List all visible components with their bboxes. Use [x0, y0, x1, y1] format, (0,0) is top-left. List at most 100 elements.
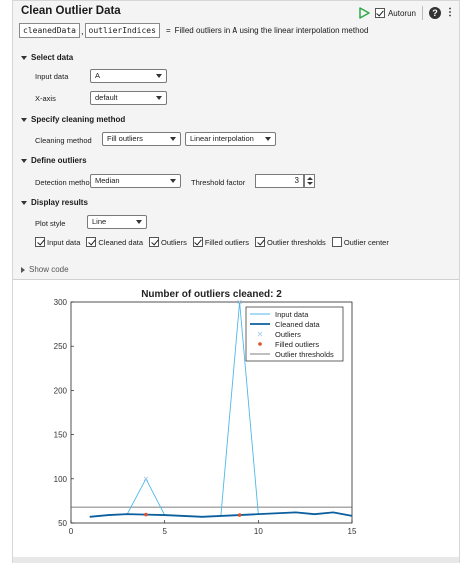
chart-title: Number of outliers cleaned: 2: [141, 289, 282, 300]
equals-sign: =: [165, 26, 171, 35]
description-post: using the linear interpolation method: [237, 26, 369, 35]
plot-style-label: Plot style: [35, 219, 66, 228]
chevron-down-icon: [265, 137, 271, 141]
y-tick-label: 150: [54, 431, 68, 440]
chevron-down-icon: [170, 179, 176, 183]
checkbox-label: Input data: [47, 237, 81, 247]
dropdown-value: default: [95, 93, 118, 102]
checkbox-label: Outlier center: [343, 237, 389, 247]
y-tick-label: 200: [54, 386, 68, 395]
section-select-data[interactable]: Select data: [21, 53, 73, 62]
run-icon[interactable]: [357, 6, 371, 20]
checkbox-label: Filled outliers: [204, 237, 250, 247]
output-outlier-indices[interactable]: outlierIndices: [84, 23, 160, 38]
x-tick-label: 15: [348, 527, 357, 536]
checkbox-input-data[interactable]: Input data: [35, 237, 80, 247]
output-variables: cleanedData , outlierIndices = Filled ou…: [19, 23, 368, 38]
threshold-factor-input[interactable]: 3: [255, 174, 304, 188]
cleaning-method-label: Cleaning method: [35, 136, 92, 145]
legend-label: Outliers: [275, 330, 301, 339]
chevron-down-icon: [136, 220, 142, 224]
filled-outlier-marker: [237, 513, 242, 517]
dropdown-value: Line: [92, 217, 107, 226]
horizontal-scrollbar[interactable]: [13, 557, 459, 563]
plot-output-area: Number of outliers cleaned: 2 0 5 10 15 50 100…: [13, 280, 459, 563]
legend-label: Filled outliers: [275, 340, 319, 349]
x-tick-label: 10: [254, 527, 263, 536]
checkbox-outliers[interactable]: Outliers: [149, 237, 187, 247]
checkbox-label: Outlier thresholds: [267, 237, 326, 247]
chevron-down-icon: [156, 74, 162, 78]
task-header: Clean Outlier Data Autorun ? ⋮ cleanedDa…: [13, 1, 459, 43]
checkbox-cleaned-data[interactable]: Cleaned data: [86, 237, 143, 247]
spin-up-icon[interactable]: [307, 177, 313, 180]
checkbox-box[interactable]: [192, 237, 203, 247]
dropdown-value: A: [95, 71, 101, 80]
xaxis-label: X-axis: [35, 94, 56, 103]
autorun-label: Autorun: [387, 8, 416, 18]
collapse-triangle-icon: [21, 55, 27, 60]
show-code-label: Show code: [29, 265, 69, 274]
chevron-down-icon: [156, 96, 162, 100]
checkbox-box[interactable]: [35, 237, 45, 247]
input-data-label: Input data: [35, 72, 69, 81]
section-display-results[interactable]: Display results: [21, 198, 88, 207]
plot-style-dropdown[interactable]: Line: [87, 215, 147, 229]
display-checkbox-row: Input data Cleaned data Outliers Filled …: [35, 237, 395, 247]
xaxis-dropdown[interactable]: default: [90, 91, 167, 105]
task-description: Filled outliers in A using the linear in…: [175, 26, 369, 35]
legend-label: Cleaned data: [275, 320, 320, 329]
task-title: Clean Outlier Data: [21, 5, 121, 17]
output-cleaned-data[interactable]: cleanedData: [19, 23, 80, 38]
spin-down-icon[interactable]: [307, 182, 313, 185]
y-tick-label: 100: [54, 475, 68, 484]
checkbox-box[interactable]: [86, 237, 97, 247]
x-tick-label: 0: [69, 527, 74, 536]
detection-method-dropdown[interactable]: Median: [90, 174, 181, 188]
checkbox-box[interactable]: [331, 237, 342, 247]
checkbox-box[interactable]: [149, 237, 159, 247]
section-title: Select data: [31, 53, 74, 62]
checkbox-outlier-center[interactable]: Outlier center: [331, 237, 389, 247]
checkbox-outlier-thresholds[interactable]: Outlier thresholds: [255, 237, 326, 247]
section-title: Specify cleaning method: [31, 115, 126, 124]
threshold-spinner[interactable]: [304, 174, 315, 188]
output-comma: ,: [80, 25, 84, 36]
legend-label: Outlier thresholds: [275, 350, 334, 359]
input-data-dropdown[interactable]: A: [90, 69, 167, 83]
dropdown-value: Median: [95, 176, 120, 185]
header-toolbar: Autorun ? ⋮: [357, 5, 455, 21]
legend-label: Input data: [275, 310, 309, 319]
live-task-panel: Clean Outlier Data Autorun ? ⋮ cleanedDa…: [12, 0, 460, 563]
section-define-outliers[interactable]: Define outliers: [21, 156, 87, 165]
fill-method-dropdown[interactable]: Linear interpolation: [185, 132, 276, 146]
cleaning-method-dropdown[interactable]: Fill outliers: [102, 132, 181, 146]
collapse-triangle-icon: [21, 117, 27, 122]
outlier-chart: Number of outliers cleaned: 2 0 5 10 15 50 100…: [54, 289, 357, 536]
help-icon[interactable]: ?: [429, 7, 441, 19]
section-specify-method[interactable]: Specify cleaning method: [21, 115, 125, 124]
y-tick-label: 300: [54, 298, 68, 307]
y-tick-label: 250: [54, 342, 68, 351]
y-tick-label: 50: [58, 519, 67, 528]
toolbar-separator: [422, 6, 423, 20]
more-options-icon[interactable]: ⋮: [445, 7, 455, 19]
detection-method-label: Detection method: [35, 178, 94, 187]
x-tick-label: 5: [162, 527, 167, 536]
section-title: Define outliers: [31, 156, 87, 165]
checkbox-label: Cleaned data: [98, 237, 143, 247]
checkbox-label: Outliers: [161, 237, 187, 247]
autorun-checkbox[interactable]: [374, 8, 385, 18]
collapse-triangle-icon: [21, 200, 27, 205]
expand-triangle-icon: [21, 266, 25, 273]
collapse-triangle-icon: [21, 158, 27, 163]
checkbox-box[interactable]: [255, 237, 266, 247]
checkbox-filled-outliers[interactable]: Filled outliers: [192, 237, 250, 247]
dropdown-value: Fill outliers: [107, 134, 143, 143]
filled-outlier-marker: [144, 512, 148, 517]
description-pre: Filled outliers in: [174, 26, 233, 35]
chevron-down-icon: [170, 137, 176, 141]
threshold-factor-label: Threshold factor: [191, 178, 246, 187]
legend-swatch: [258, 342, 262, 346]
show-code-toggle[interactable]: Show code: [21, 265, 69, 274]
